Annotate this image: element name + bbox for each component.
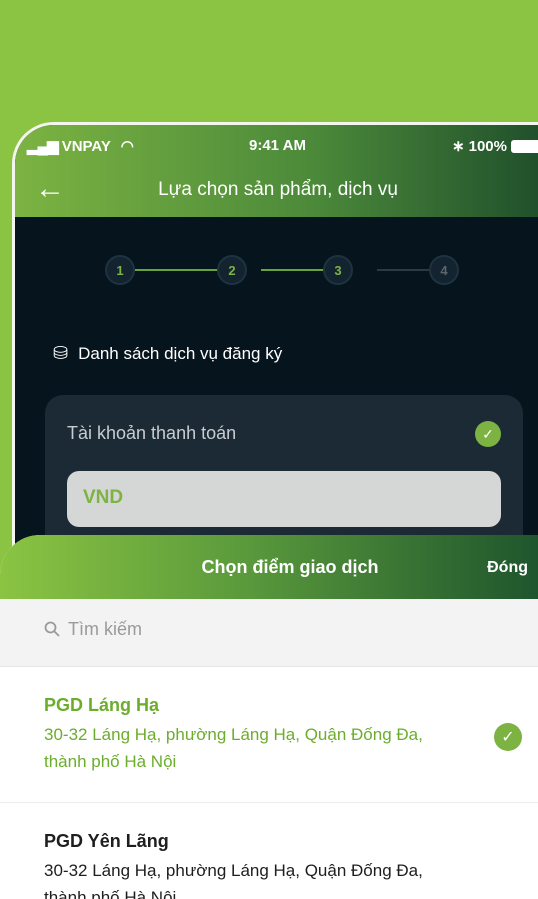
currency-field[interactable]: VND bbox=[67, 471, 501, 527]
carrier-name: VNPAY bbox=[61, 138, 111, 155]
status-time: 9:41 AM bbox=[249, 137, 306, 154]
branch-address: 30-32 Láng Hạ, phường Láng Hạ, Quận Đống… bbox=[44, 861, 423, 899]
nav-bar: ← Lựa chọn sản phẩm, dịch vụ bbox=[15, 173, 538, 209]
step-1: 1 bbox=[105, 255, 135, 285]
battery-percent: 100% bbox=[468, 137, 507, 155]
app-header: ▂▄▆ VNPAY ◠ 9:41 AM ∗ 100% ← Lựa chọn sản… bbox=[15, 125, 538, 217]
branch-item[interactable]: PGD Yên Lãng 30-32 Láng Hạ, phường Láng … bbox=[0, 803, 538, 899]
sheet-title: Chọn điểm giao dịch bbox=[201, 557, 379, 577]
search-bar bbox=[0, 599, 538, 667]
branch-item[interactable]: PGD Láng Hạ 30-32 Láng Hạ, phường Láng H… bbox=[0, 667, 538, 803]
step-3: 3 bbox=[323, 255, 353, 285]
branch-address: 30-32 Láng Hạ, phường Láng Hạ, Quận Đống… bbox=[44, 725, 423, 771]
coins-icon: ⛁ bbox=[53, 343, 69, 363]
branch-name: PGD Yên Lãng bbox=[44, 831, 169, 851]
signal-icon: ▂▄▆ bbox=[27, 138, 59, 155]
battery: ∗ 100% bbox=[452, 137, 538, 155]
carrier: ▂▄▆ VNPAY ◠ bbox=[27, 137, 134, 155]
step-4: 4 bbox=[429, 255, 459, 285]
sheet-header: Chọn điểm giao dịch Đóng bbox=[0, 535, 538, 599]
wifi-icon: ◠ bbox=[120, 138, 134, 155]
selected-check-icon: ✓ bbox=[494, 723, 522, 751]
section-heading: ⛁ Danh sách dịch vụ đăng ký bbox=[53, 343, 282, 364]
branch-name: PGD Láng Hạ bbox=[44, 695, 160, 715]
check-icon: ✓ bbox=[475, 421, 501, 447]
page-title: Lựa chọn sản phẩm, dịch vụ bbox=[158, 179, 398, 200]
section-title: Danh sách dịch vụ đăng ký bbox=[78, 343, 283, 363]
account-label: Tài khoản thanh toán bbox=[67, 423, 237, 443]
bluetooth-icon: ∗ bbox=[452, 138, 465, 155]
close-button[interactable]: Đóng bbox=[487, 559, 528, 577]
step-2: 2 bbox=[217, 255, 247, 285]
progress-stepper: 1 2 3 4 bbox=[105, 255, 459, 285]
battery-icon bbox=[511, 139, 538, 153]
status-bar: ▂▄▆ VNPAY ◠ 9:41 AM ∗ 100% bbox=[15, 131, 538, 159]
branch-picker-sheet: Chọn điểm giao dịch Đóng PGD Láng Hạ 30-… bbox=[0, 535, 538, 899]
search-icon bbox=[44, 621, 60, 637]
search-input[interactable] bbox=[68, 619, 368, 640]
